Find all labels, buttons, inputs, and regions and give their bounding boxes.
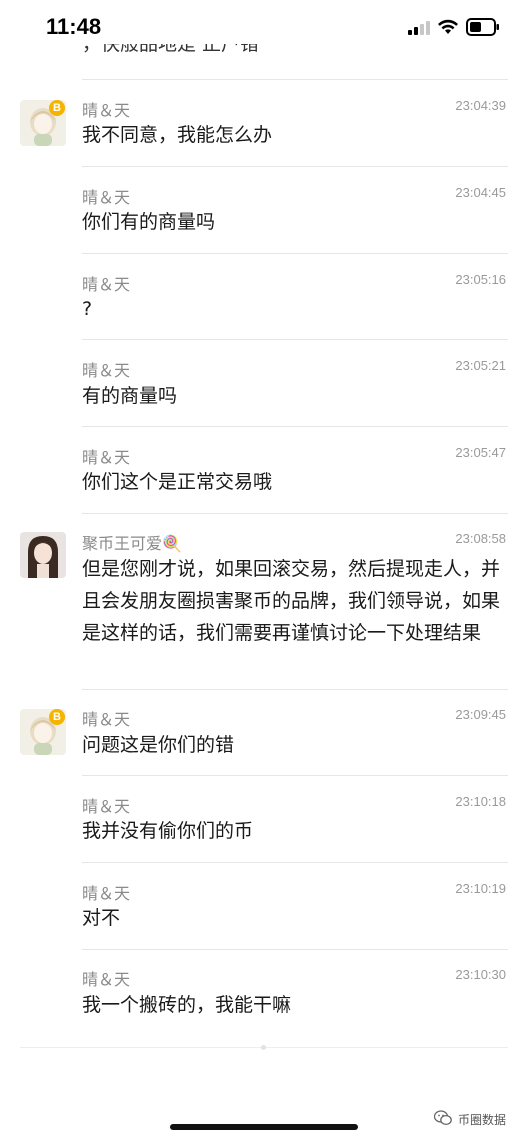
sender-name: 晴＆天 — [82, 275, 131, 294]
sender-name: 晴＆天 — [82, 797, 131, 816]
status-bar: 11:48 — [0, 0, 528, 56]
message-text: 你们这个是正常交易哦 — [82, 471, 273, 493]
message-time: 23:10:30 — [455, 967, 506, 982]
message-time: 23:04:45 — [455, 185, 506, 200]
message-divider — [82, 426, 508, 427]
list-end-dot — [261, 1045, 266, 1050]
message-text: 我一个搬砖的，我能干嘛 — [82, 994, 292, 1016]
sender-name: 晴＆天 — [82, 101, 131, 120]
sender-name: 聚币王可爱🍭 — [82, 534, 182, 553]
sender-name: 晴＆天 — [82, 884, 131, 903]
sender-name: 晴＆天 — [82, 188, 131, 207]
message-text: ? — [82, 298, 93, 320]
message-divider — [82, 949, 508, 950]
message-text: 我不同意，我能怎么办 — [82, 124, 273, 146]
message-time: 23:05:47 — [455, 445, 506, 460]
message-time: 23:05:21 — [455, 358, 506, 373]
bitcoin-badge-icon: B — [49, 709, 65, 725]
message-time: 23:04:39 — [455, 98, 506, 113]
watermark: 币圈数据 — [433, 1110, 507, 1129]
status-time: 11:48 — [46, 14, 102, 39]
home-indicator[interactable] — [170, 1124, 358, 1130]
message-text: 我并没有偷你们的币 — [82, 820, 254, 842]
message-text: 你们有的商量吗 — [82, 211, 216, 233]
message-time: 23:05:16 — [455, 272, 506, 287]
cellular-signal-icon — [408, 20, 430, 39]
sender-name: 晴＆天 — [82, 970, 131, 989]
wifi-icon — [437, 18, 459, 39]
chat-screen: 11:48 ，快般品地是 正户错 B 晴＆天 23:04:39 我不同意，我能怎… — [0, 0, 528, 1143]
sender-name: 晴＆天 — [82, 361, 131, 380]
message-divider — [82, 862, 508, 863]
watermark-text: 币圈数据 — [458, 1113, 507, 1127]
message-divider — [82, 513, 508, 514]
battery-icon — [466, 18, 500, 40]
sender-name: 晴＆天 — [82, 710, 131, 729]
message-text: 对不 — [82, 907, 121, 929]
message-text: 但是您刚才说，如果回滚交易，然后提现走人，并且会发朋友圈损害聚币的品牌，我们领导… — [82, 558, 501, 644]
message-divider — [82, 79, 508, 80]
wechat-icon — [433, 1110, 452, 1129]
message-divider — [82, 253, 508, 254]
message-text: 问题这是你们的错 — [82, 734, 235, 756]
cutoff-message-text: ，快般品地是 正户错 — [82, 44, 260, 55]
message-time: 23:10:19 — [455, 881, 506, 896]
message-divider — [82, 166, 508, 167]
message-divider — [82, 689, 508, 690]
bitcoin-badge-icon: B — [49, 100, 65, 116]
message-text: 有的商量吗 — [82, 385, 178, 407]
message-time: 23:10:18 — [455, 794, 506, 809]
message-time: 23:09:45 — [455, 707, 506, 722]
message-divider — [82, 339, 508, 340]
message-time: 23:08:58 — [455, 531, 506, 546]
message-divider — [82, 775, 508, 776]
agent-avatar[interactable] — [20, 532, 66, 578]
sender-name: 晴＆天 — [82, 448, 131, 467]
